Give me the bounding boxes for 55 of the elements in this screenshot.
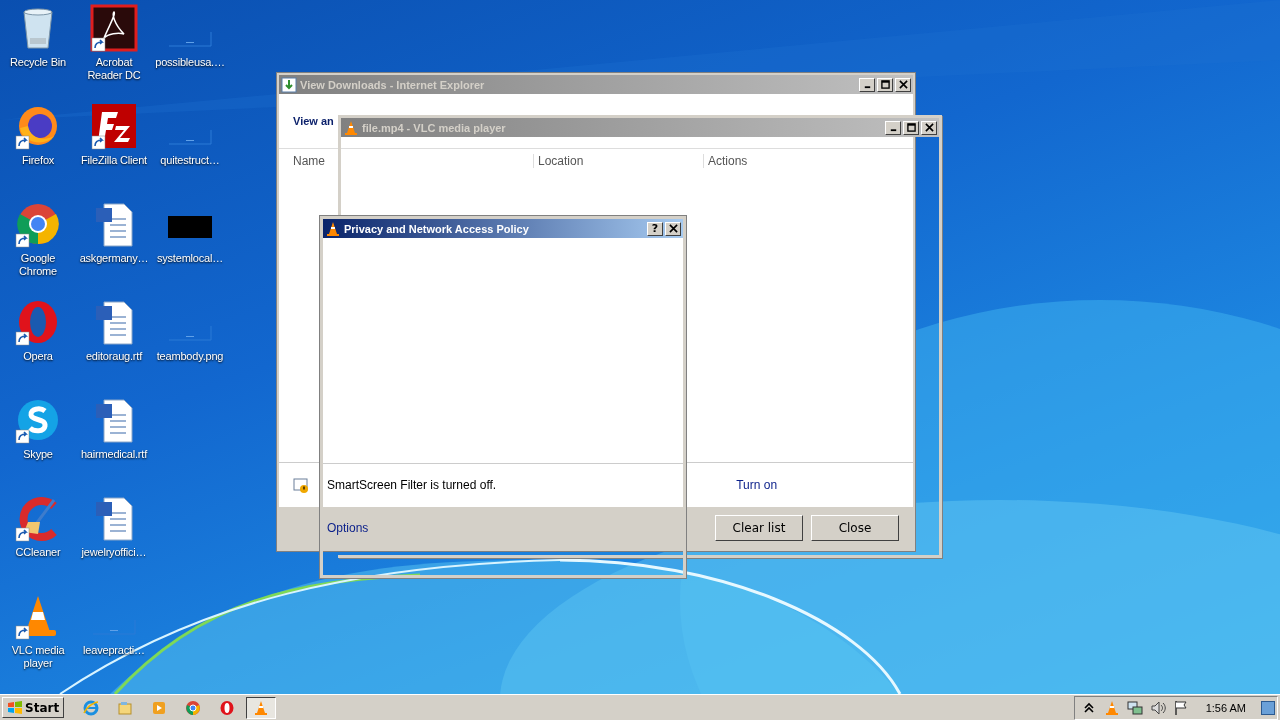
icon-label: hairmedical.rtf bbox=[79, 448, 149, 461]
chrome-icon bbox=[185, 699, 202, 716]
media-icon bbox=[151, 699, 168, 716]
vlc-taskbar-button[interactable] bbox=[246, 696, 277, 719]
icon-label: CCleaner bbox=[14, 546, 62, 559]
start-button[interactable]: Start bbox=[2, 697, 65, 718]
icon-label: editoraug.rtf bbox=[84, 350, 144, 363]
ie-icon bbox=[83, 699, 100, 716]
close-icon bbox=[898, 80, 908, 89]
folder-icon bbox=[117, 699, 134, 716]
opera-icon bbox=[219, 699, 236, 716]
icon-label: possibleusa.… bbox=[154, 56, 226, 69]
icon-label: quitestruct… bbox=[159, 154, 221, 167]
speaker-icon[interactable] bbox=[1149, 699, 1166, 716]
cone-icon bbox=[325, 220, 341, 237]
maximize-icon bbox=[880, 80, 890, 89]
dialog-button[interactable]: Close bbox=[811, 515, 899, 541]
turn-on-link[interactable]: Turn on bbox=[736, 478, 778, 492]
acrobat-icon[interactable] bbox=[90, 4, 138, 52]
windows-logo-icon bbox=[7, 699, 23, 716]
column-header[interactable]: Name bbox=[289, 154, 325, 168]
cone-icon bbox=[343, 119, 359, 136]
icon-label: Recycle Bin bbox=[9, 56, 67, 69]
icon-label: VLC media player bbox=[10, 644, 66, 670]
dialog-button[interactable]: Clear list bbox=[715, 515, 803, 541]
icon-label: Acrobat Reader DC bbox=[86, 56, 142, 82]
network-icon[interactable] bbox=[1126, 699, 1143, 716]
close-icon bbox=[668, 224, 678, 233]
column-header[interactable]: Location bbox=[533, 154, 584, 168]
filezilla-icon[interactable] bbox=[90, 102, 138, 150]
help-button[interactable]: ? bbox=[647, 221, 663, 236]
icon-label: teambody.png bbox=[155, 350, 225, 363]
icon-label: askgermany… bbox=[78, 252, 150, 265]
smartscreen-status: SmartScreen Filter is turned off. bbox=[327, 478, 497, 492]
flag-icon[interactable] bbox=[1172, 699, 1189, 716]
close-button[interactable] bbox=[665, 221, 681, 236]
options-link[interactable]: Options bbox=[327, 521, 369, 535]
vlc-icon bbox=[253, 699, 270, 716]
icon-label: FileZilla Client bbox=[80, 154, 148, 167]
show-desktop-button[interactable] bbox=[1261, 700, 1275, 715]
icon-label: Skype bbox=[22, 448, 54, 461]
window-title: Privacy and Network Access Policy bbox=[344, 222, 529, 235]
shield-warning-icon bbox=[293, 477, 309, 493]
maximize-icon bbox=[906, 123, 916, 132]
icon-label: systemlocal… bbox=[155, 252, 225, 265]
icon-label: Google Chrome bbox=[18, 252, 58, 278]
column-header[interactable]: Actions bbox=[703, 154, 748, 168]
clock: 1:56 AM bbox=[1205, 701, 1246, 714]
window-title: file.mp4 - VLC media player bbox=[362, 121, 506, 134]
close-icon bbox=[924, 123, 934, 132]
window-title: View Downloads - Internet Explorer bbox=[300, 78, 485, 91]
icon-label: Opera bbox=[22, 350, 54, 363]
icon-label: Firefox bbox=[20, 154, 56, 167]
icon-label: jewelryoffici… bbox=[80, 546, 148, 559]
page-heading: View an bbox=[293, 115, 334, 127]
